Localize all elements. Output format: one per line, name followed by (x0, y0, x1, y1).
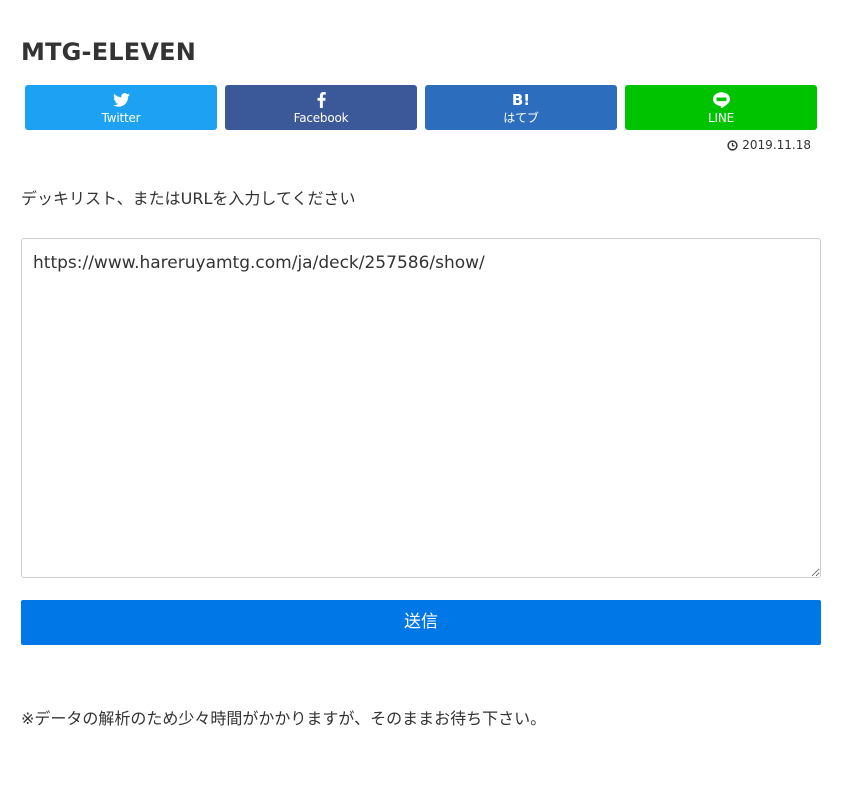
deck-list-input[interactable]: https://www.hareruyamtg.com/ja/deck/2575… (21, 238, 821, 578)
line-share-button[interactable]: LINE (625, 85, 817, 130)
twitter-bird-icon (25, 91, 217, 109)
line-share-label: LINE (708, 111, 734, 125)
facebook-share-label: Facebook (293, 111, 349, 125)
hatena-share-label: はてブ (503, 111, 539, 125)
post-date: 2019.11.18 (727, 137, 811, 153)
facebook-share-button[interactable]: Facebook (225, 85, 417, 130)
hatena-bookmark-share-button[interactable]: B! はてブ (425, 85, 617, 130)
hatena-bookmark-icon: B! (425, 91, 617, 109)
share-buttons: Twitter Facebook B! はてブ LINE (25, 85, 817, 130)
twitter-share-button[interactable]: Twitter (25, 85, 217, 130)
clock-icon (727, 139, 738, 151)
post-date-text: 2019.11.18 (742, 138, 811, 152)
hatena-bookmark-glyph: B! (511, 91, 531, 109)
submit-button[interactable]: 送信 (21, 600, 821, 645)
line-chat-bubble-icon (625, 91, 817, 109)
processing-notice: ※データの解析のため少々時間がかかりますが、そのままお待ち下さい。 (21, 709, 547, 728)
deck-input-prompt: デッキリスト、またはURLを入力してください (21, 189, 356, 208)
twitter-share-label: Twitter (101, 111, 141, 125)
page-title: MTG-ELEVEN (21, 38, 197, 66)
facebook-f-icon (225, 91, 417, 109)
